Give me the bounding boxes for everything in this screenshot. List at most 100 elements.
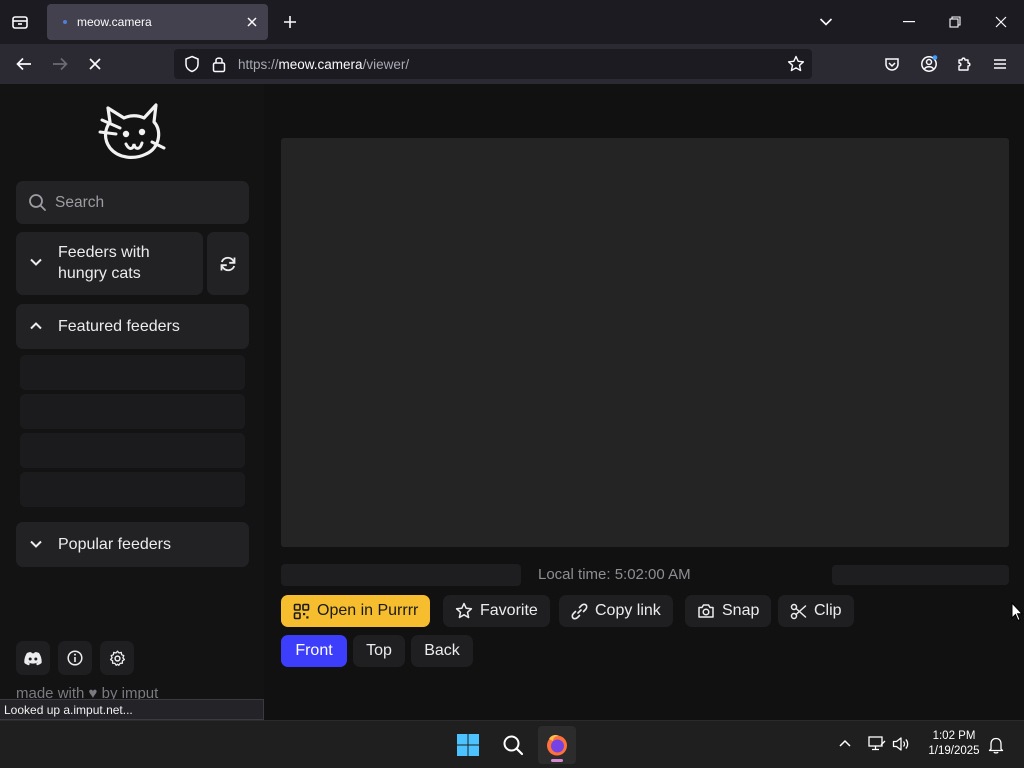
scissors-icon: [790, 603, 807, 619]
account-button[interactable]: [915, 51, 943, 77]
snap-button[interactable]: Snap: [685, 595, 772, 627]
chevron-up-icon[interactable]: [838, 738, 852, 748]
info-icon: [67, 650, 83, 666]
url-bar[interactable]: https://meow.camera/viewer/: [174, 49, 812, 79]
feeder-placeholder: [20, 394, 245, 429]
search-input[interactable]: Search: [16, 181, 249, 224]
status-bubble: Looked up a.imput.net...: [0, 699, 264, 720]
notification-bell-icon[interactable]: [988, 736, 1004, 754]
discord-button[interactable]: [16, 641, 50, 675]
puzzle-icon: [958, 57, 971, 71]
featured-feeders-section-toggle[interactable]: Featured feeders: [16, 304, 249, 349]
open-in-purrrr-button[interactable]: Open in Purrrr: [281, 595, 431, 627]
restore-icon: [949, 16, 961, 28]
new-tab-button[interactable]: [278, 10, 302, 34]
hamburger-menu-icon: [994, 59, 1006, 69]
feeder-name-placeholder: [281, 564, 521, 586]
app-menu-button[interactable]: [986, 51, 1014, 77]
status-text: Looked up a.imput.net...: [4, 703, 133, 717]
discord-icon: [24, 651, 42, 665]
stop-loading-button[interactable]: [81, 51, 109, 77]
tab-favicon: [63, 20, 67, 24]
popular-feeders-section-toggle[interactable]: Popular feeders: [16, 522, 249, 567]
shield-icon[interactable]: [184, 55, 200, 73]
close-window-button[interactable]: [986, 8, 1016, 36]
refresh-button[interactable]: [207, 232, 249, 295]
cat-logo[interactable]: [96, 102, 168, 164]
popular-feeders-section-label: Popular feeders: [58, 536, 171, 553]
minimize-button[interactable]: [894, 8, 924, 36]
firefox-taskbar-button[interactable]: [538, 726, 576, 764]
taskbar-search-button[interactable]: [494, 726, 532, 764]
tab-title: meow.camera: [77, 15, 152, 29]
feeder-placeholder: [20, 472, 245, 507]
url-text: https://meow.camera/viewer/: [238, 57, 409, 72]
chevron-down-icon: [819, 18, 833, 26]
chevron-down-icon: [30, 540, 42, 548]
clip-label: Clip: [814, 602, 842, 619]
hungry-cats-section-label: Feeders with hungry cats: [58, 244, 150, 282]
url-domain: meow.camera: [278, 57, 363, 72]
restore-button[interactable]: [940, 8, 970, 36]
start-button[interactable]: [449, 726, 487, 764]
snap-label: Snap: [722, 602, 760, 619]
link-icon: [571, 603, 588, 619]
hungry-cats-section-toggle[interactable]: Feeders with hungry cats: [16, 232, 203, 295]
back-button[interactable]: [10, 51, 38, 77]
cat-logo-icon: [98, 103, 166, 159]
tab-close-button[interactable]: [244, 14, 260, 30]
view-top-label: Top: [366, 642, 392, 659]
browser-tab[interactable]: meow.camera: [47, 4, 268, 40]
copy-link-button[interactable]: Copy link: [559, 595, 673, 627]
url-protocol: https://: [238, 57, 279, 72]
local-time-label: Local time: 5:02:00 AM: [538, 566, 691, 583]
tab-list-button[interactable]: [6, 9, 34, 35]
open-in-purrrr-label: Open in Purrrr: [317, 602, 419, 619]
arrow-right-icon: [53, 57, 68, 71]
about-button[interactable]: [58, 641, 92, 675]
camera-video-player[interactable]: [281, 138, 1009, 547]
extensions-button[interactable]: [950, 51, 978, 77]
tab-list-icon: [12, 16, 28, 29]
arrow-left-icon: [16, 57, 31, 71]
system-clock[interactable]: 1:02 PM 1/19/2025: [918, 729, 990, 759]
chevron-up-icon: [30, 322, 42, 330]
network-icon[interactable]: [868, 736, 886, 752]
active-indicator: [551, 759, 563, 762]
list-all-tabs-button[interactable]: [814, 11, 838, 33]
url-path: /viewer/: [362, 57, 410, 72]
featured-feeders-section-label: Featured feeders: [58, 318, 180, 335]
search-icon: [503, 735, 524, 756]
close-icon: [995, 16, 1007, 28]
feeder-placeholder: [20, 433, 245, 468]
settings-button[interactable]: [100, 641, 134, 675]
view-front-button[interactable]: Front: [281, 635, 347, 667]
view-front-label: Front: [295, 642, 333, 659]
view-back-button[interactable]: Back: [411, 635, 473, 667]
navigation-bar: https://meow.camera/viewer/: [0, 44, 1024, 84]
search-placeholder: Search: [55, 194, 105, 211]
minimize-icon: [903, 21, 915, 23]
pocket-button[interactable]: [878, 51, 906, 77]
page-content: Search Feeders with hungry cats Featured…: [0, 84, 1024, 720]
favorite-button[interactable]: Favorite: [443, 595, 550, 627]
volume-icon[interactable]: [892, 736, 910, 752]
clip-button[interactable]: Clip: [778, 595, 854, 627]
forward-button[interactable]: [46, 51, 74, 77]
bookmark-star-icon[interactable]: [787, 55, 805, 73]
stop-icon: [89, 58, 101, 70]
pocket-icon: [885, 58, 899, 71]
qr-code-icon: [293, 603, 310, 619]
close-icon: [247, 17, 257, 27]
mouse-cursor-icon: [1011, 602, 1023, 622]
firefox-icon: [547, 735, 567, 756]
clock-time: 1:02 PM: [932, 730, 976, 742]
browser-tab-strip: meow.camera: [0, 0, 1024, 44]
plus-icon: [284, 16, 296, 28]
search-icon: [29, 194, 46, 211]
windows-logo-icon: [457, 734, 479, 756]
view-top-button[interactable]: Top: [353, 635, 405, 667]
lock-icon[interactable]: [212, 55, 226, 73]
copy-link-label: Copy link: [595, 602, 661, 619]
camera-icon: [698, 604, 714, 618]
